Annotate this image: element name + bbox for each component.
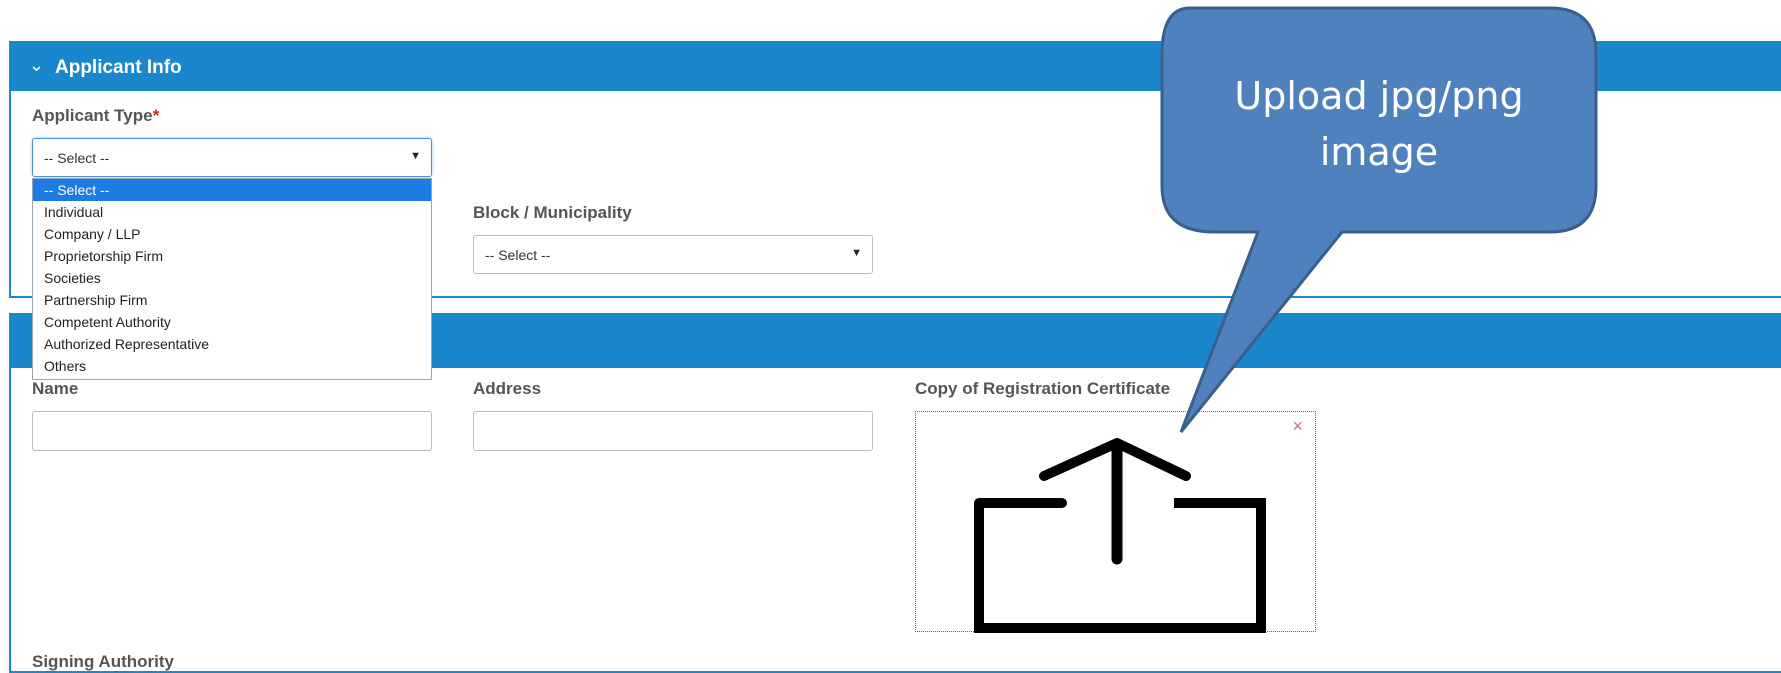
dropdown-option[interactable]: Partnership Firm (33, 289, 431, 311)
name-input[interactable] (32, 411, 432, 451)
callout-line-1: Upload jpg/png (1234, 74, 1524, 118)
address-label: Address (473, 379, 542, 398)
applicant-type-value: -- Select -- (44, 150, 110, 166)
dropdown-option[interactable]: Competent Authority (33, 311, 431, 333)
applicant-info-title: Applicant Info (55, 57, 182, 78)
dropdown-option[interactable]: Proprietorship Firm (33, 245, 431, 267)
applicant-type-label: Applicant Type* (32, 106, 159, 126)
callout-text: Upload jpg/png image (1160, 68, 1598, 180)
registration-certificate-label: Copy of Registration Certificate (915, 379, 1171, 398)
dropdown-option[interactable]: Individual (33, 201, 431, 223)
dropdown-arrow-icon: ▼ (851, 247, 862, 259)
chevron-down-icon[interactable]: ⌄ (29, 56, 44, 74)
applicant-type-label-text: Applicant Type (32, 106, 153, 125)
address-input[interactable] (473, 411, 873, 451)
required-mark: * (152, 106, 160, 125)
signing-authority-label: Signing Authority (32, 652, 174, 671)
dropdown-option[interactable]: Others (33, 355, 431, 377)
upload-icon (974, 438, 1266, 633)
dropdown-option[interactable]: Company / LLP (33, 223, 431, 245)
name-label: Name (32, 379, 79, 398)
applicant-type-dropdown-list: -- Select -- Individual Company / LLP Pr… (32, 178, 432, 380)
dropdown-option[interactable]: -- Select -- (33, 179, 431, 201)
block-municipality-select[interactable]: -- Select -- ▼ (473, 235, 873, 274)
dropdown-arrow-icon: ▼ (410, 150, 421, 162)
applicant-type-select[interactable]: -- Select -- ▼ (32, 138, 432, 177)
registration-certificate-upload[interactable]: × (915, 411, 1316, 633)
block-municipality-label: Block / Municipality (473, 203, 632, 222)
callout-line-2: image (1319, 130, 1439, 174)
callout-bubble (1160, 6, 1598, 433)
dropdown-option[interactable]: Authorized Representative (33, 333, 431, 355)
dropdown-option[interactable]: Societies (33, 267, 431, 289)
block-municipality-value: -- Select -- (485, 247, 551, 263)
